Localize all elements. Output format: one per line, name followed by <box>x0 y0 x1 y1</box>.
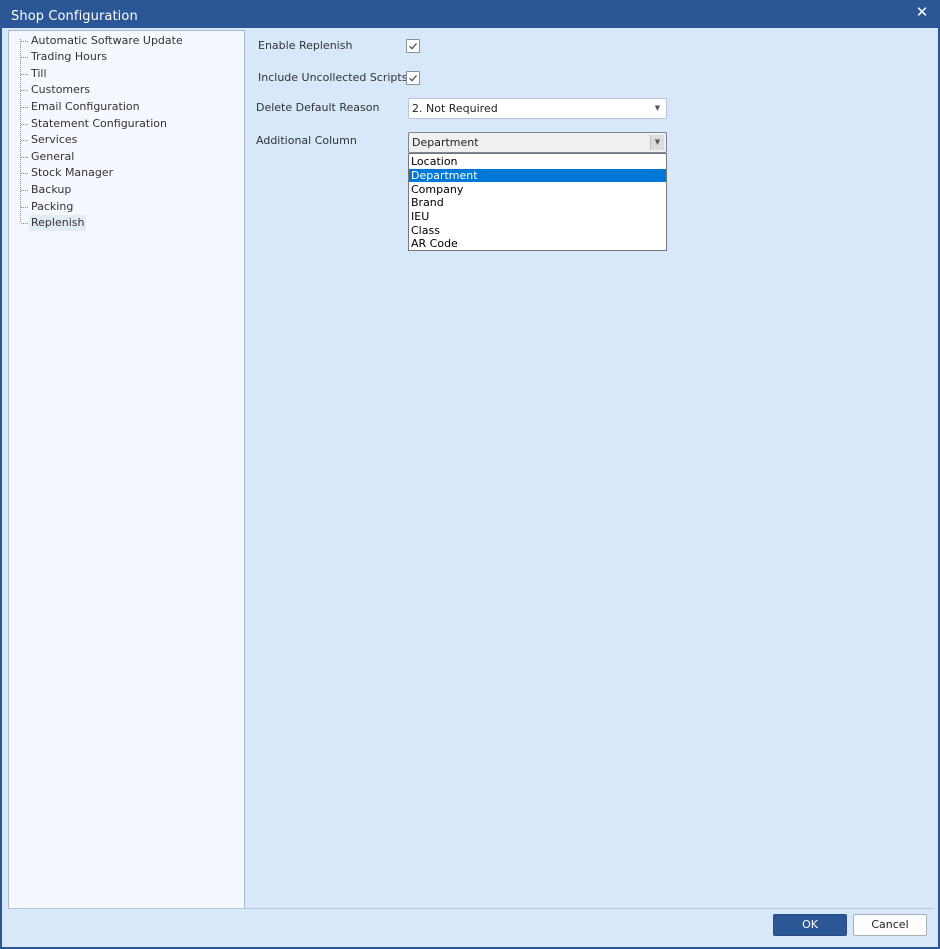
include-uncollected-scripts-checkbox[interactable] <box>406 71 420 85</box>
additional-column-select[interactable]: Department ▼ <box>408 132 667 153</box>
dropdown-option-brand[interactable]: Brand <box>409 196 666 209</box>
enable-replenish-checkbox[interactable] <box>406 39 420 53</box>
tree-item-replenish[interactable]: Replenish <box>21 215 241 231</box>
dropdown-option-department[interactable]: Department <box>409 169 666 182</box>
dropdown-option-location[interactable]: Location <box>409 155 666 168</box>
footer-separator <box>8 908 933 909</box>
dialog-client: Automatic Software Update Trading Hours … <box>2 28 938 947</box>
tree-item-label: Customers <box>31 83 91 96</box>
dropdown-option-ar-code[interactable]: AR Code <box>409 237 666 250</box>
tree-item-statement-configuration[interactable]: Statement Configuration <box>21 116 241 132</box>
tree-item-stock-manager[interactable]: Stock Manager <box>21 165 241 181</box>
window-title: Shop Configuration <box>11 9 138 24</box>
tree-item-label: Email Configuration <box>31 100 140 113</box>
tree-item-backup[interactable]: Backup <box>21 182 241 198</box>
tree-item-label: General <box>31 150 75 163</box>
enable-replenish-label: Enable Replenish <box>258 39 353 52</box>
tree-item-automatic-software-update[interactable]: Automatic Software Update <box>21 33 241 49</box>
additional-column-dropdown-list: Location Department Company Brand IEU Cl… <box>408 153 667 251</box>
dropdown-option-ieu[interactable]: IEU <box>409 210 666 223</box>
delete-default-reason-label: Delete Default Reason <box>256 101 380 114</box>
tree-item-label: Statement Configuration <box>31 117 167 130</box>
tree-item-label: Till <box>31 67 47 80</box>
tree-item-trading-hours[interactable]: Trading Hours <box>21 49 241 65</box>
tree-item-services[interactable]: Services <box>21 132 241 148</box>
chevron-down-icon[interactable]: ▼ <box>650 135 664 150</box>
dropdown-option-company[interactable]: Company <box>409 183 666 196</box>
additional-column-value: Department <box>412 136 479 149</box>
tree-item-till[interactable]: Till <box>21 66 241 82</box>
additional-column-label: Additional Column <box>256 134 357 147</box>
ok-button[interactable]: OK <box>773 914 847 936</box>
chevron-down-icon[interactable]: ▼ <box>651 101 664 116</box>
include-uncollected-scripts-label: Include Uncollected Scripts <box>258 71 408 84</box>
cancel-button[interactable]: Cancel <box>853 914 927 936</box>
tree-item-packing[interactable]: Packing <box>21 199 241 215</box>
tree-item-label: Services <box>31 133 78 146</box>
tree-item-general[interactable]: General <box>21 149 241 165</box>
tree-item-label: Stock Manager <box>31 166 114 179</box>
title-bar: Shop Configuration ✕ <box>0 0 940 28</box>
tree-item-label: Backup <box>31 183 72 196</box>
delete-default-reason-select[interactable]: 2. Not Required ▼ <box>408 98 667 119</box>
tree-item-customers[interactable]: Customers <box>21 82 241 98</box>
delete-default-reason-value: 2. Not Required <box>412 102 498 115</box>
tree-item-label: Replenish <box>29 215 87 231</box>
checkmark-icon <box>409 43 418 50</box>
tree-item-email-configuration[interactable]: Email Configuration <box>21 99 241 115</box>
dropdown-option-class[interactable]: Class <box>409 224 666 237</box>
close-icon[interactable]: ✕ <box>908 3 936 23</box>
settings-tree: Automatic Software Update Trading Hours … <box>8 30 245 909</box>
tree-item-label: Trading Hours <box>31 50 108 63</box>
checkmark-icon <box>409 75 418 82</box>
tree-item-label: Packing <box>31 200 74 213</box>
tree-item-label: Automatic Software Update <box>31 34 183 47</box>
